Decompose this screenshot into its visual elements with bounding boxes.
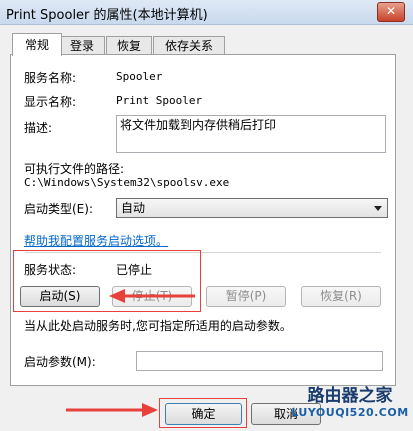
annotation-arrow-start	[109, 289, 195, 303]
start-params-label: 启动参数(M):	[24, 355, 96, 369]
exe-path-value: C:\Windows\System32\spoolsv.exe	[24, 176, 230, 189]
description-label: 描述:	[24, 121, 53, 135]
window-title: Print Spooler 的属性(本地计算机)	[6, 8, 208, 23]
description-value: 将文件加载到内存供稍后打印	[120, 118, 277, 132]
close-button[interactable]: ✕	[377, 2, 405, 22]
description-box[interactable]: 将文件加载到内存供稍后打印	[116, 115, 386, 153]
tab-recovery[interactable]: 恢复	[106, 36, 152, 55]
tab-dependencies[interactable]: 依存关系	[153, 36, 225, 55]
tab-logon[interactable]: 登录	[59, 36, 105, 55]
start-hint: 当从此处启动服务时,您可指定所适用的启动参数。	[24, 319, 292, 333]
watermark-url: LUYOUQI520.COM	[291, 406, 409, 419]
watermark: 路由器之家 LUYOUQI520.COM	[290, 381, 410, 429]
startup-type-label: 启动类型(E):	[24, 202, 93, 216]
chevron-down-icon	[374, 206, 382, 211]
startup-type-select[interactable]: 自动	[116, 198, 388, 218]
service-name-label: 服务名称:	[24, 71, 77, 85]
display-name-value: Print Spooler	[116, 94, 203, 107]
resume-button[interactable]: 恢复(R)	[301, 286, 381, 307]
annotation-box-ok	[159, 398, 247, 428]
display-name-label: 显示名称:	[24, 95, 77, 109]
annotation-arrow-ok	[66, 403, 158, 417]
exe-path-label: 可执行文件的路径:	[24, 162, 125, 176]
service-name-value: Spooler	[116, 70, 163, 83]
general-panel: 服务名称: Spooler 显示名称: Print Spooler 描述: 将文…	[10, 54, 396, 386]
watermark-title: 路由器之家	[307, 386, 393, 406]
title-bar: Print Spooler 的属性(本地计算机) ✕	[0, 0, 413, 25]
start-params-input[interactable]	[136, 351, 383, 371]
tab-general[interactable]: 常规	[12, 33, 62, 56]
close-icon: ✕	[385, 4, 397, 18]
help-link[interactable]: 帮助我配置服务启动选项。	[24, 232, 168, 249]
pause-button[interactable]: 暂停(P)	[206, 286, 286, 307]
startup-type-value: 自动	[121, 201, 146, 215]
